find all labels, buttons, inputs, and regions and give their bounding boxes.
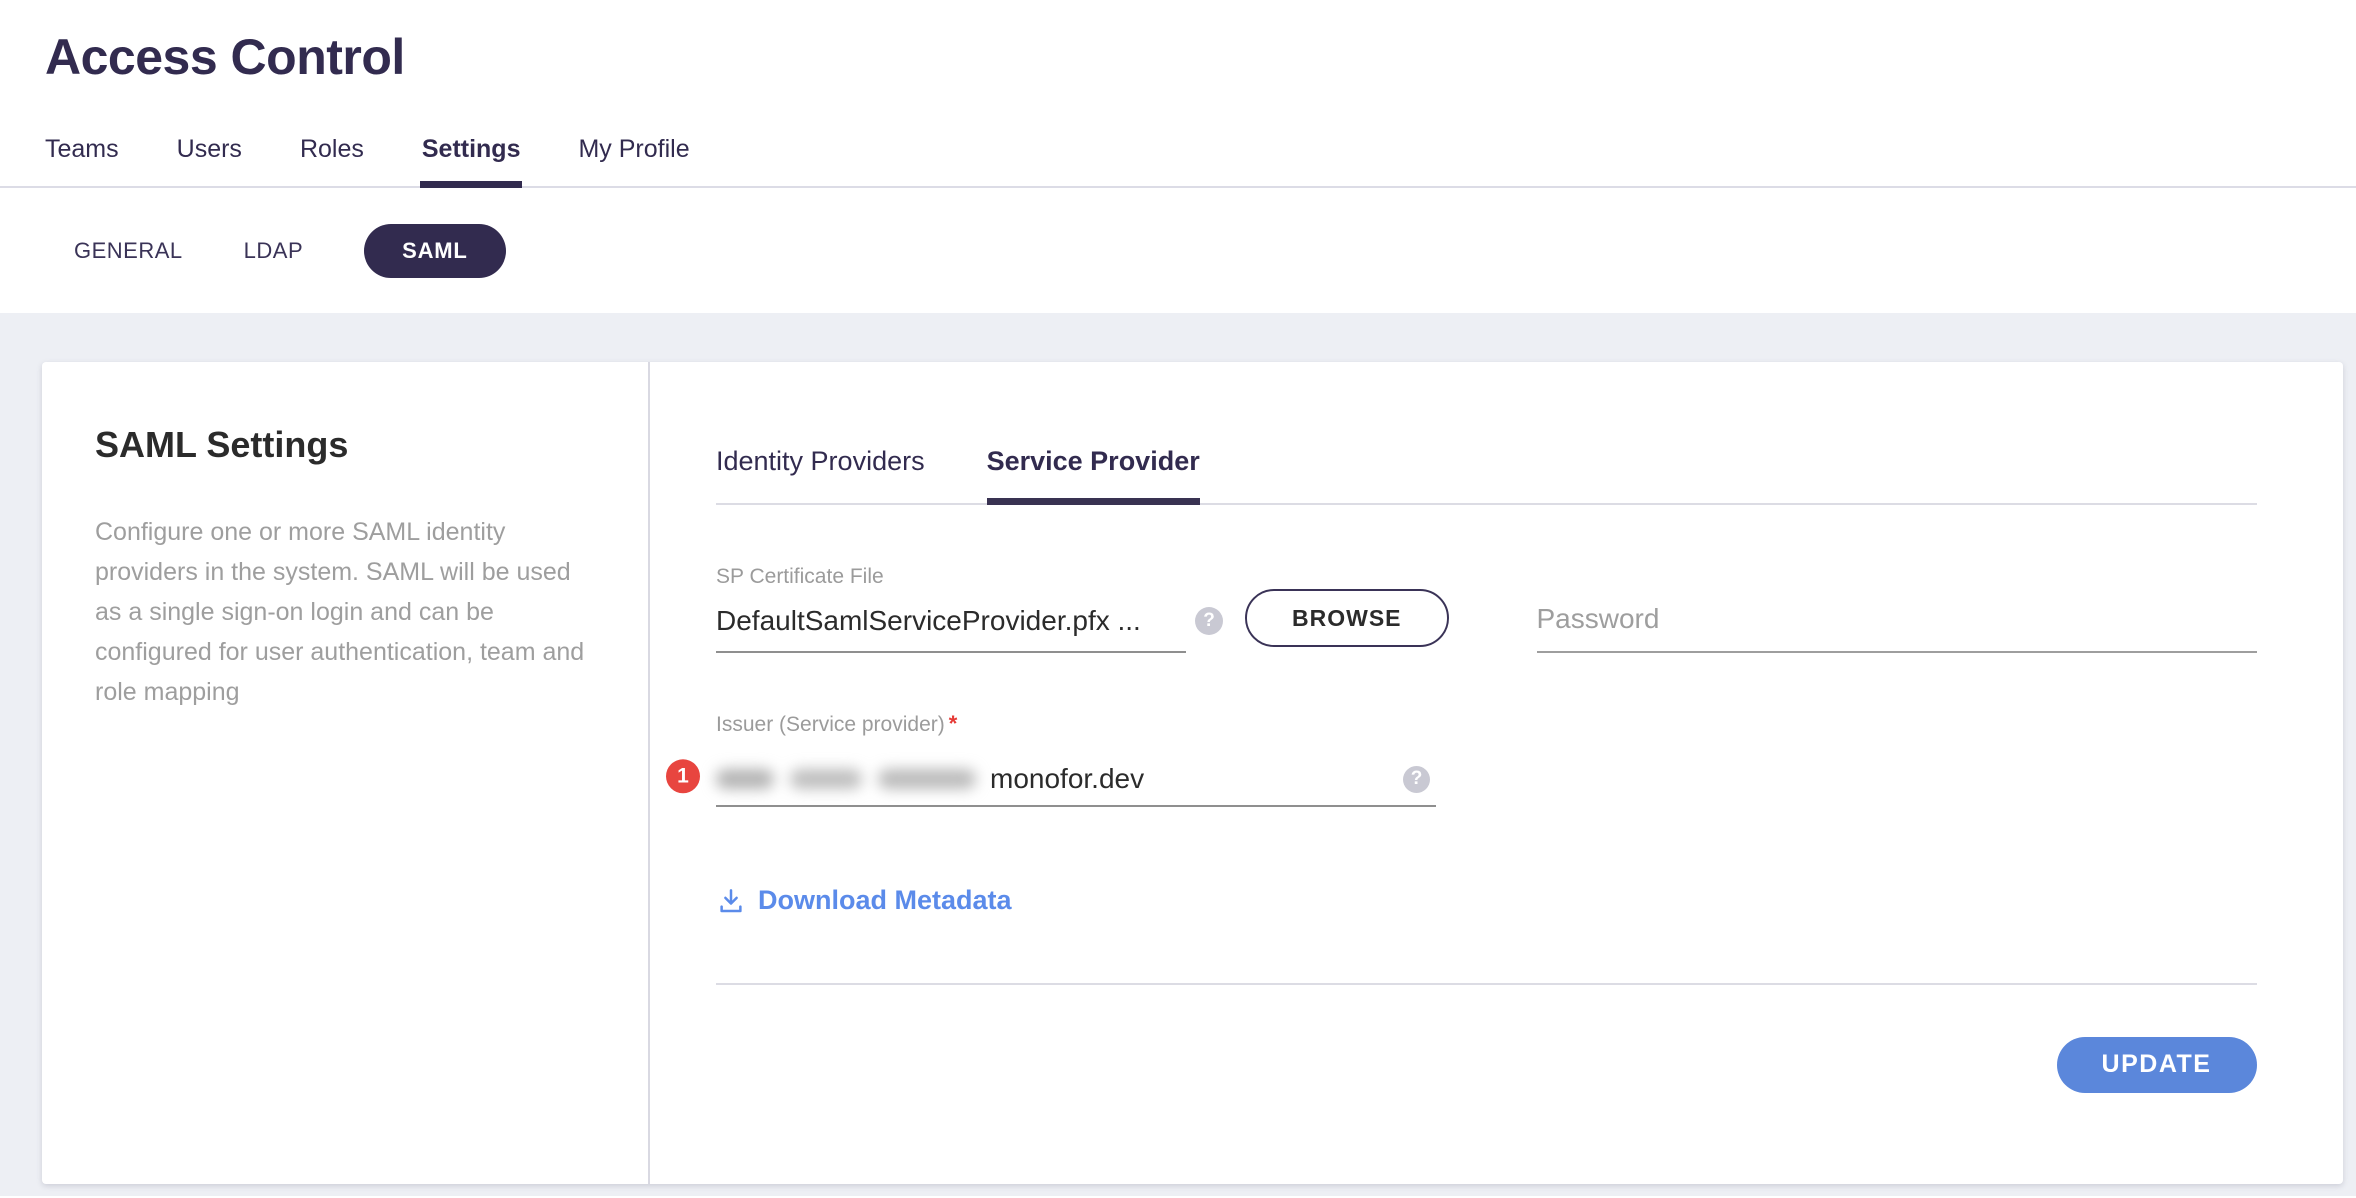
issuer-field: Issuer (Service provider)* 1 monofor.dev… (716, 711, 1436, 807)
panel-description: Configure one or more SAML identity prov… (95, 512, 593, 712)
download-metadata-link[interactable]: Download Metadata (716, 885, 1012, 916)
browse-button[interactable]: BROWSE (1245, 589, 1449, 647)
download-icon (716, 886, 746, 916)
issuer-visible-value: monofor.dev (990, 763, 1144, 795)
page-title: Access Control (45, 24, 2356, 90)
annotation-badge-1: 1 (666, 759, 700, 793)
redacted-text (716, 769, 976, 789)
update-button[interactable]: UPDATE (2057, 1037, 2257, 1093)
sp-certificate-value: DefaultSamlServiceProvider.pfx ... (716, 605, 1141, 636)
sp-certificate-label: SP Certificate File (716, 565, 1186, 589)
sp-certificate-input[interactable]: DefaultSamlServiceProvider.pfx ... (716, 605, 1186, 653)
tab-settings[interactable]: Settings (422, 134, 521, 186)
panel-title: SAML Settings (95, 424, 593, 466)
page-header: Access Control Teams Users Roles Setting… (0, 0, 2356, 313)
tab-my-profile[interactable]: My Profile (578, 134, 689, 186)
saml-settings-form-panel: Identity Providers Service Provider SP C… (650, 362, 2352, 1184)
issuer-label: Issuer (Service provider) (716, 713, 945, 736)
tab-identity-providers[interactable]: Identity Providers (716, 446, 925, 503)
subtab-saml[interactable]: SAML (364, 224, 506, 278)
saml-settings-info-panel: SAML Settings Configure one or more SAML… (42, 362, 650, 1184)
issuer-row: Issuer (Service provider)* 1 monofor.dev… (716, 711, 2257, 807)
question-mark-glyph: ? (1203, 610, 1215, 632)
help-icon-issuer[interactable]: ? (1403, 766, 1430, 793)
subtab-ldap[interactable]: LDAP (244, 238, 303, 264)
password-field (1537, 603, 2257, 653)
saml-settings-card: SAML Settings Configure one or more SAML… (42, 362, 2343, 1184)
actions-row: UPDATE (716, 1037, 2257, 1093)
settings-subtabs: GENERAL LDAP SAML (0, 188, 2356, 313)
tab-service-provider[interactable]: Service Provider (987, 446, 1200, 503)
issuer-input[interactable]: 1 monofor.dev ? (716, 753, 1436, 807)
tab-teams[interactable]: Teams (45, 134, 119, 186)
required-asterisk: * (949, 711, 958, 736)
tab-roles[interactable]: Roles (300, 134, 364, 186)
form-divider (716, 983, 2257, 985)
certificate-row: SP Certificate File DefaultSamlServicePr… (716, 565, 2257, 653)
password-input[interactable] (1537, 603, 2257, 653)
access-control-page: Access Control Teams Users Roles Setting… (0, 0, 2356, 1198)
sp-certificate-field: SP Certificate File DefaultSamlServicePr… (716, 565, 1186, 653)
main-area: SAML Settings Configure one or more SAML… (0, 313, 2356, 1196)
tab-users[interactable]: Users (177, 134, 242, 186)
subtab-general[interactable]: GENERAL (74, 238, 183, 264)
question-mark-glyph: ? (1411, 768, 1423, 790)
saml-content-tabs: Identity Providers Service Provider (716, 446, 2257, 505)
download-metadata-label: Download Metadata (758, 885, 1012, 916)
help-icon-certificate[interactable]: ? (1195, 607, 1223, 635)
main-tabs: Teams Users Roles Settings My Profile (0, 134, 2356, 188)
